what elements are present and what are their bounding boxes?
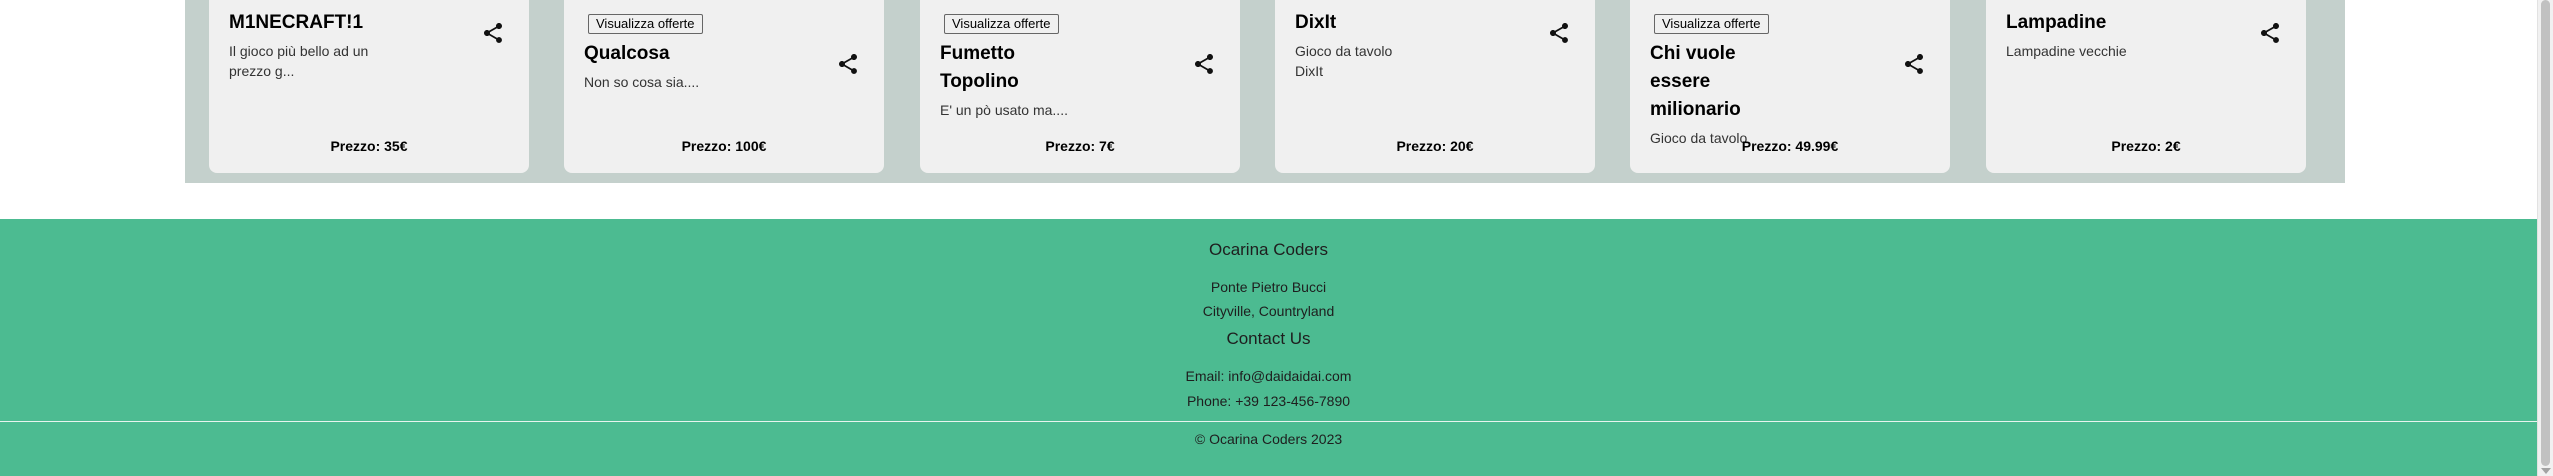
share-button[interactable] <box>836 52 860 76</box>
vertical-scrollbar[interactable] <box>2537 0 2553 476</box>
product-price: Prezzo: 49.99€ <box>1741 138 1839 154</box>
product-card[interactable]: M1NECRAFT!1 Il gioco più bello ad un pre… <box>209 0 529 173</box>
product-title: Chi vuole essere milionario <box>1650 43 1741 120</box>
card-body: Visualizza offerte Qualcosa Non so cosa … <box>584 0 864 173</box>
share-button[interactable] <box>1902 52 1926 76</box>
product-price: Prezzo: 20€ <box>1396 138 1474 154</box>
product-title: M1NECRAFT!1 <box>229 12 364 33</box>
product-description: Il gioco più bello ad un prezzo g... <box>229 43 369 79</box>
card-body: Visualizza offerte Chi vuole essere mili… <box>1650 0 1930 173</box>
product-price: Prezzo: 2€ <box>2111 138 2181 154</box>
product-title: Qualcosa <box>584 43 670 64</box>
footer-company-name: Ocarina Coders <box>1208 240 1329 259</box>
product-price: Prezzo: 35€ <box>330 138 408 154</box>
product-description: Lampadine vecchie <box>2006 43 2127 59</box>
share-icon <box>2261 23 2279 43</box>
share-button[interactable] <box>2258 21 2282 45</box>
share-icon <box>484 23 502 43</box>
share-button[interactable] <box>1547 21 1571 45</box>
share-icon <box>1905 54 1923 74</box>
footer-address-line: Ponte Pietro Bucci <box>1210 279 1327 295</box>
product-title: Lampadine <box>2006 12 2107 33</box>
product-description: Gioco da tavolo DixIt <box>1295 43 1393 79</box>
card-body: M1NECRAFT!1 Il gioco più bello ad un pre… <box>229 0 509 173</box>
card-body: Lampadine Lampadine vecchie Prezzo: 2€ <box>2006 0 2286 173</box>
product-title: DixIt <box>1295 12 1337 33</box>
footer-divider <box>0 421 2537 422</box>
view-offers-button[interactable]: Visualizza offerte <box>944 14 1059 34</box>
product-description: E' un pò usato ma.... <box>940 102 1068 118</box>
card-body: DixIt Gioco da tavolo DixIt Prezzo: 20€ <box>1295 0 1575 173</box>
view-offers-button[interactable]: Visualizza offerte <box>1654 14 1769 34</box>
view-offers-button[interactable]: Visualizza offerte <box>588 14 703 34</box>
product-grid: M1NECRAFT!1 Il gioco più bello ad un pre… <box>185 0 2345 183</box>
scroll-down-arrow-icon[interactable] <box>2541 468 2551 474</box>
share-icon <box>839 54 857 74</box>
product-title: Fumetto Topolino <box>940 43 1019 92</box>
scrollbar-thumb[interactable] <box>2541 0 2550 466</box>
footer-copyright: © Ocarina Coders 2023 <box>1194 431 1343 447</box>
product-card[interactable]: DixIt Gioco da tavolo DixIt Prezzo: 20€ <box>1275 0 1595 173</box>
product-card[interactable]: Visualizza offerte Qualcosa Non so cosa … <box>564 0 884 173</box>
footer-phone: Phone: +39 123-456-7890 <box>1186 393 1351 409</box>
share-button[interactable] <box>1192 52 1216 76</box>
share-icon <box>1550 23 1568 43</box>
footer-address-line: Cityville, Countryland <box>1202 303 1335 319</box>
product-card[interactable]: Visualizza offerte Fumetto Topolino E' u… <box>920 0 1240 173</box>
card-body: Visualizza offerte Fumetto Topolino E' u… <box>940 0 1220 173</box>
page: M1NECRAFT!1 Il gioco più bello ad un pre… <box>0 0 2553 476</box>
product-description: Non so cosa sia.... <box>584 74 700 90</box>
site-footer: Ocarina Coders Ponte Pietro Bucci Cityvi… <box>0 219 2537 476</box>
footer-contact-heading: Contact Us <box>1226 329 1311 348</box>
product-price: Prezzo: 100€ <box>681 138 767 154</box>
product-card[interactable]: Lampadine Lampadine vecchie Prezzo: 2€ <box>1986 0 2306 173</box>
product-price: Prezzo: 7€ <box>1045 138 1115 154</box>
share-button[interactable] <box>481 21 505 45</box>
product-card[interactable]: Visualizza offerte Chi vuole essere mili… <box>1630 0 1950 173</box>
share-icon <box>1195 54 1213 74</box>
footer-email[interactable]: Email: info@daidaidai.com <box>0 366 2537 386</box>
